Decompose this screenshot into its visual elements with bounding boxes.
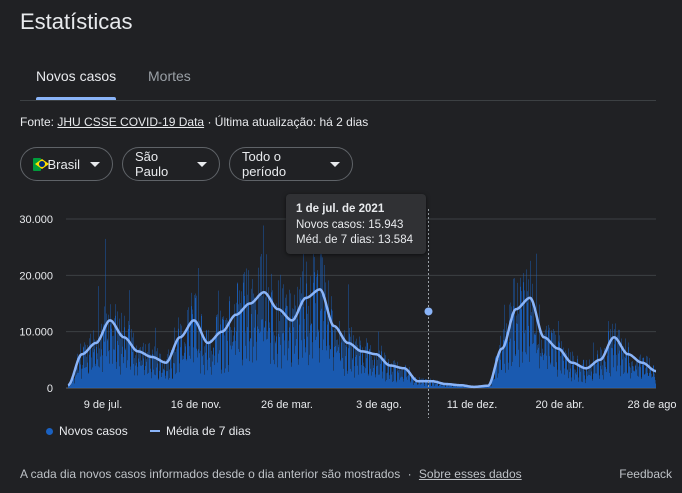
source-prefix: Fonte: <box>20 115 55 129</box>
x-axis-labels: 9 de jul. 16 de nov. 26 de mar. 3 de ago. 11… <box>84 399 677 411</box>
x-tick-label: 11 de dez. <box>447 399 498 411</box>
x-tick-label: 26 de mar. <box>261 399 313 411</box>
chart-tooltip: 1 de jul. de 2021 Novos casos: 15.943 Mé… <box>286 194 426 254</box>
x-tick-label: 3 de ago. <box>356 399 402 411</box>
legend-dot-icon <box>46 427 53 435</box>
y-axis-labels: 0 10.000 20.000 30.000 <box>19 214 53 395</box>
country-label: Brasil <box>47 156 80 172</box>
source-separator: · <box>207 115 212 129</box>
footer-note: A cada dia novos casos informados desde … <box>20 467 522 481</box>
state-dropdown[interactable]: São Paulo <box>122 147 220 181</box>
tooltip-cases: Novos casos: 15.943 <box>296 218 404 231</box>
page-title: Estatísticas <box>20 9 133 34</box>
period-label: Todo o período <box>242 149 287 179</box>
legend-avg: Média de 7 dias <box>150 424 251 438</box>
chevron-down-icon <box>90 161 100 167</box>
legend-cases: Novos casos <box>46 424 128 438</box>
legend-cases-label: Novos casos <box>59 424 128 438</box>
brazil-flag-icon <box>33 157 46 171</box>
state-label: São Paulo <box>135 149 169 179</box>
period-dropdown[interactable]: Todo o período <box>229 147 353 181</box>
y-tick-label: 30.000 <box>19 214 53 226</box>
legend-avg-label: Média de 7 dias <box>166 424 251 438</box>
tab-deaths[interactable]: Mortes <box>148 60 191 99</box>
x-tick-label: 28 de ago <box>628 399 677 411</box>
x-tick-label: 16 de nov. <box>171 399 222 411</box>
x-tick-label: 9 de jul. <box>84 399 123 411</box>
tab-bar: Novos casos Mortes <box>20 60 656 101</box>
y-tick-label: 0 <box>47 383 53 395</box>
chevron-down-icon <box>330 161 340 167</box>
footer-separator: · <box>407 467 412 481</box>
y-tick-label: 10.000 <box>19 327 53 339</box>
hover-dot <box>424 307 433 316</box>
x-tick-label: 20 de abr. <box>536 399 585 411</box>
legend-line-icon <box>150 430 160 432</box>
footer-text: A cada dia novos casos informados desde … <box>20 467 401 481</box>
tab-new-cases[interactable]: Novos casos <box>36 60 117 100</box>
tooltip-date: 1 de jul. de 2021 <box>296 203 385 215</box>
tooltip-avg: Méd. de 7 dias: 13.584 <box>296 234 413 246</box>
feedback-link[interactable]: Feedback <box>619 467 672 481</box>
last-updated: Última atualização: há 2 dias <box>214 115 369 129</box>
chevron-down-icon <box>197 161 207 167</box>
y-tick-label: 20.000 <box>19 270 53 282</box>
source-link[interactable]: JHU CSSE COVID-19 Data <box>57 115 204 129</box>
source-line: Fonte: JHU CSSE COVID-19 Data · Última a… <box>20 115 368 129</box>
country-dropdown[interactable]: Brasil <box>20 147 113 181</box>
about-data-link[interactable]: Sobre esses dados <box>419 467 522 481</box>
